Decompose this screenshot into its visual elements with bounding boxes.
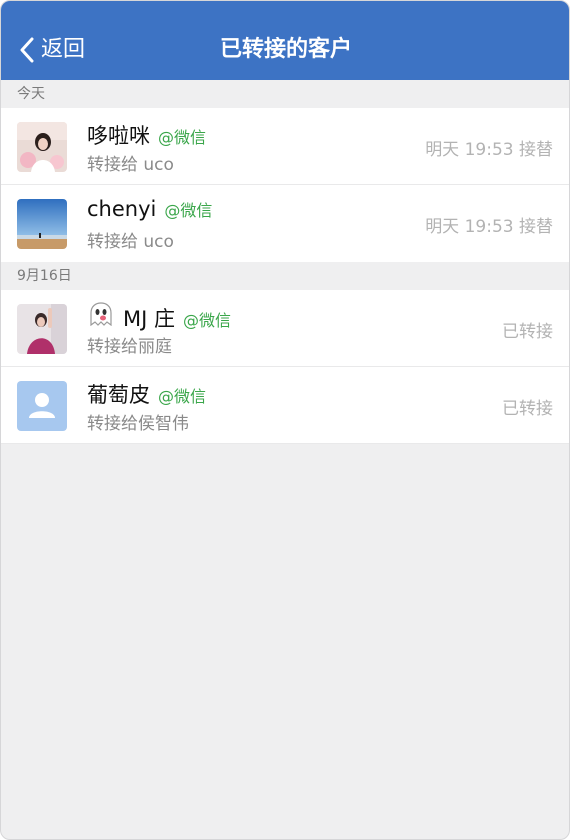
list-item[interactable]: 葡萄皮 @微信 转接给侯智伟 已转接 (1, 367, 569, 444)
navigation-bar: 返回 已转接的客户 (1, 1, 569, 80)
source-tag: @微信 (158, 387, 207, 406)
list-item[interactable]: MJ 庄 @微信 转接给丽庭 已转接 (1, 290, 569, 367)
source-tag: @微信 (164, 201, 213, 220)
section-header-today: 今天 (1, 80, 569, 108)
transfer-target: 转接给侯智伟 (87, 414, 189, 434)
transfer-status: 明天 19:53 接替 (425, 217, 553, 237)
customer-name: 葡萄皮 (87, 383, 150, 407)
name-line: 哆啦咪 @微信 (87, 120, 206, 148)
avatar (17, 122, 67, 172)
avatar (17, 381, 67, 431)
transfer-target: 转接给 uco (87, 155, 174, 175)
transfer-status: 已转接 (502, 399, 553, 419)
avatar (17, 304, 67, 354)
customer-name: MJ 庄 (123, 307, 175, 331)
name-line: chenyi @微信 (87, 197, 212, 225)
source-tag: @微信 (158, 128, 207, 147)
customer-name: chenyi (87, 197, 157, 221)
transfer-status: 已转接 (502, 322, 553, 342)
default-user-icon (17, 381, 67, 431)
avatar (17, 199, 67, 249)
customer-name: 哆啦咪 (87, 124, 150, 148)
transfer-status: 明天 19:53 接替 (425, 140, 553, 160)
transfer-target: 转接给丽庭 (87, 337, 172, 357)
app-screen: 返回 已转接的客户 今天 哆啦咪 @微信 转接给 uco 明天 19:53 接替 (0, 0, 570, 840)
transfer-target: 转接给 uco (87, 232, 174, 252)
ghost-emoji-icon (90, 302, 112, 326)
name-line: 葡萄皮 @微信 (87, 379, 206, 407)
divider (1, 443, 569, 444)
list-item[interactable]: chenyi @微信 转接给 uco 明天 19:53 接替 (1, 185, 569, 262)
name-line: MJ 庄 @微信 (87, 302, 232, 331)
source-tag: @微信 (183, 311, 232, 330)
page-title: 已转接的客户 (219, 37, 352, 62)
list-item[interactable]: 哆啦咪 @微信 转接给 uco 明天 19:53 接替 (1, 108, 569, 185)
section-header-date: 9月16日 (1, 262, 569, 290)
